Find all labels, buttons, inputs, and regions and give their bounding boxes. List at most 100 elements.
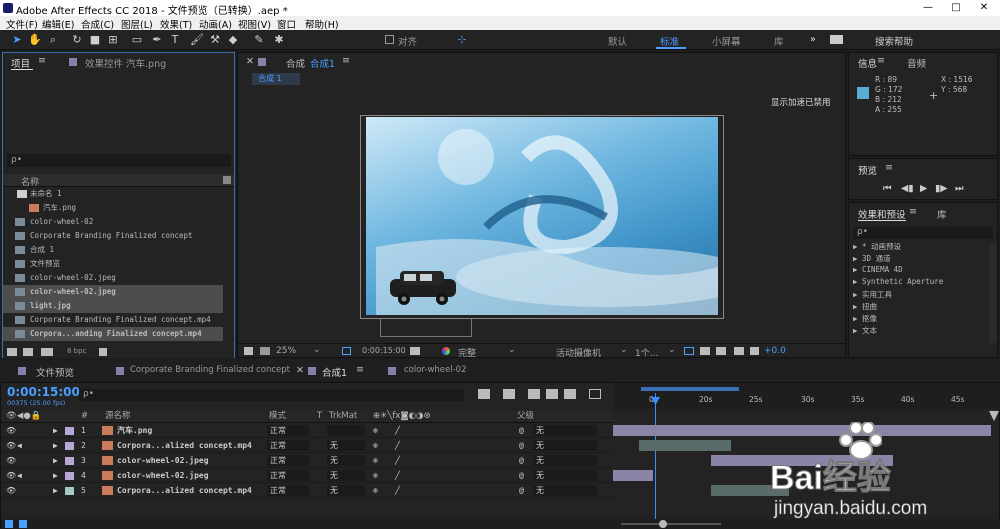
layer-bar[interactable] <box>639 440 731 451</box>
tab-libraries[interactable]: 库 <box>937 207 947 221</box>
layer-source-name[interactable]: Corpora...alized concept.mp4 <box>117 483 252 498</box>
layer-bar[interactable] <box>613 425 991 436</box>
quality-switch-icon[interactable]: ╱ <box>395 423 400 438</box>
mode-header[interactable]: 模式 <box>269 410 286 423</box>
project-item[interactable]: 汽车.png <box>3 201 223 215</box>
menu-layer[interactable]: 图层(L) <box>121 17 153 31</box>
effect-category[interactable]: ▶ * 动画预设 <box>853 241 901 252</box>
project-item[interactable]: 合成 1 <box>3 243 223 257</box>
workspace-default[interactable]: 默认 <box>608 34 627 48</box>
layer-source-name[interactable]: color-wheel-02.jpeg <box>117 453 209 468</box>
motion-blur-icon[interactable] <box>564 389 576 399</box>
label-color-swatch[interactable] <box>65 442 74 450</box>
toggle-switches-icon[interactable] <box>5 520 13 528</box>
project-item[interactable]: color-wheel-02 <box>3 215 223 229</box>
layer-source-name[interactable]: color-wheel-02.jpeg <box>117 468 209 483</box>
close-tab-icon[interactable]: ✕ <box>246 56 254 67</box>
project-item[interactable]: Corporate Branding Finalized concept <box>3 229 223 243</box>
parent-header[interactable]: 父级 <box>517 410 534 423</box>
trkmat-dropdown[interactable]: 无 <box>327 440 365 451</box>
project-item[interactable]: 文件预览 <box>3 257 223 271</box>
timeline-menu-icon[interactable]: ≡ <box>356 364 364 375</box>
close-tab-icon[interactable]: ✕ <box>296 365 304 376</box>
timeline-search-input[interactable]: ρ• <box>79 389 464 401</box>
channel-icon[interactable] <box>442 347 450 355</box>
draft-3d-icon[interactable] <box>503 389 515 399</box>
effects-scrollbar[interactable] <box>989 243 997 343</box>
visibility-eye-icon[interactable]: 👁 <box>6 423 16 438</box>
zoom-tool-icon[interactable]: ⌕ <box>46 33 60 47</box>
timeline-tab-file-preview[interactable]: 文件预览 <box>36 365 74 379</box>
quality-switch-icon[interactable]: ╱ <box>395 483 400 498</box>
parent-dropdown[interactable]: 无 <box>533 470 597 481</box>
parent-dropdown[interactable]: 无 <box>533 455 597 466</box>
quality-switch-icon[interactable]: ╱ <box>395 468 400 483</box>
next-frame-icon[interactable]: ▮▶ <box>935 183 948 194</box>
layer-bar[interactable] <box>711 485 789 496</box>
effect-category[interactable]: ▶ Synthetic Aperture <box>853 277 943 286</box>
transparency-grid-icon[interactable] <box>734 347 744 355</box>
layer-bar[interactable] <box>613 470 653 481</box>
tab-info[interactable]: 信息 <box>858 56 877 70</box>
project-item[interactable]: Corporate Branding Finalized concept.mp4 <box>3 313 223 327</box>
clone-stamp-tool-icon[interactable]: ⚒ <box>208 33 222 47</box>
new-composition-icon[interactable] <box>41 348 53 356</box>
rotate-tool-icon[interactable]: ↻ <box>70 33 84 47</box>
trkmat-dropdown[interactable]: 无 <box>327 470 365 481</box>
pick-whip-icon[interactable]: @ <box>519 483 524 498</box>
first-frame-icon[interactable]: ⏮ <box>883 183 892 194</box>
menu-window[interactable]: 窗口 <box>277 17 296 31</box>
align-checkbox[interactable] <box>385 35 394 44</box>
time-navigator-end-icon[interactable] <box>989 411 999 421</box>
puppet-tool-icon[interactable]: ✱ <box>272 33 286 47</box>
eraser-tool-icon[interactable]: ◆ <box>226 33 240 47</box>
brush-tool-icon[interactable]: 🖌 <box>190 33 204 47</box>
timeline-tab-comp1[interactable]: 合成1 <box>322 365 347 379</box>
visibility-eye-icon[interactable]: 👁 <box>6 468 16 483</box>
monitor-icon[interactable] <box>260 347 270 355</box>
trkmat-dropdown[interactable]: 无 <box>327 455 365 466</box>
zoom-dropdown[interactable]: 25% <box>276 346 296 356</box>
effect-category[interactable]: ▶ 扭曲 <box>853 301 877 312</box>
expand-arrow-icon[interactable]: ▶ <box>53 438 58 453</box>
workspace-library[interactable]: 库 <box>774 34 784 48</box>
toggle-modes-icon[interactable] <box>19 520 27 528</box>
composition-name[interactable]: 合成1 <box>310 56 335 70</box>
frame-blending-icon[interactable] <box>546 389 558 399</box>
layer-row[interactable]: 👁 ▶ 1 汽车.png 正常 ⊕ ╱ @ 无 <box>1 423 613 438</box>
bit-depth-label[interactable]: 8 bpc <box>67 347 86 355</box>
comp-subtab[interactable]: 合成 1 <box>252 73 300 85</box>
comp-mini-flowchart-icon[interactable] <box>478 389 490 399</box>
search-help-input[interactable]: 搜索帮助 <box>875 34 913 48</box>
label-color-swatch[interactable] <box>65 487 74 495</box>
effect-category[interactable]: ▶ 抠像 <box>853 313 877 324</box>
layer-source-name[interactable]: 汽车.png <box>117 423 152 438</box>
trkmat-header[interactable]: TrkMat <box>329 410 357 423</box>
type-tool-icon[interactable]: T <box>168 33 182 47</box>
tab-preview[interactable]: 预览 <box>858 163 877 177</box>
snap-icon[interactable]: ⊹ <box>455 33 469 47</box>
timeline-current-time[interactable]: 0:00:15:00 <box>7 385 80 399</box>
project-menu-icon[interactable]: ≡ <box>38 55 46 66</box>
rectangle-tool-icon[interactable]: ▭ <box>130 33 144 47</box>
last-frame-icon[interactable]: ⏭ <box>955 183 964 194</box>
project-item[interactable]: Corpora...anding Finalized concept.mp4 <box>3 327 223 341</box>
views-dropdown[interactable]: 1个... <box>635 346 658 359</box>
label-color-swatch[interactable] <box>65 427 74 435</box>
play-icon[interactable]: ▶ <box>920 183 927 194</box>
expand-arrow-icon[interactable]: ▶ <box>53 453 58 468</box>
project-item[interactable]: 未命名 1 <box>3 187 223 201</box>
camera-tool-icon[interactable]: ■ <box>88 33 102 47</box>
expand-arrow-icon[interactable]: ▶ <box>53 423 58 438</box>
effect-category[interactable]: ▶ 3D 通道 <box>853 253 891 264</box>
expand-arrow-icon[interactable]: ▶ <box>53 468 58 483</box>
project-search-input[interactable]: ρ• <box>7 154 231 167</box>
effects-search-input[interactable]: ρ• <box>853 227 993 239</box>
label-color-swatch[interactable] <box>65 457 74 465</box>
zoom-slider-thumb[interactable] <box>659 520 667 528</box>
parent-dropdown[interactable]: 无 <box>533 425 597 436</box>
pick-whip-icon[interactable]: @ <box>519 438 524 453</box>
blend-mode-dropdown[interactable]: 正常 <box>267 470 309 481</box>
info-menu-icon[interactable]: ≡ <box>877 55 885 66</box>
work-area-bar[interactable] <box>641 387 739 391</box>
